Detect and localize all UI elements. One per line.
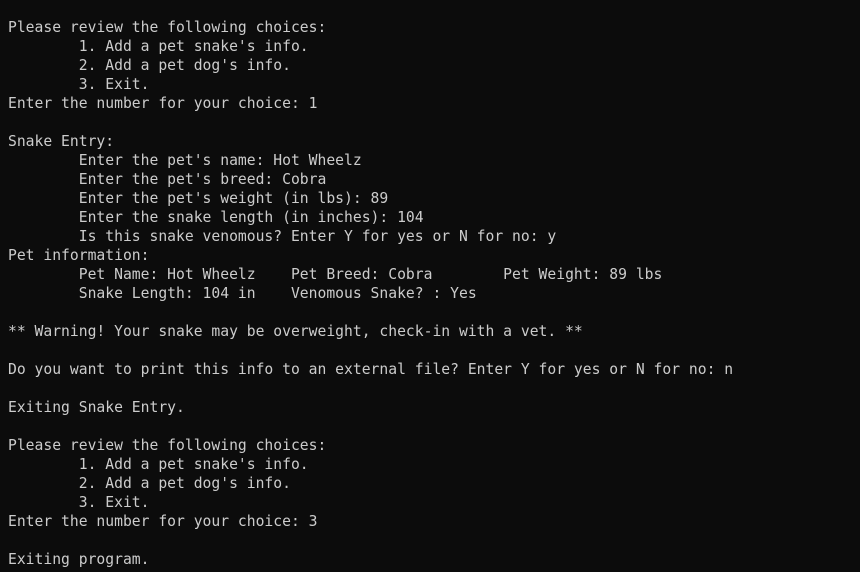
- venomous-input-line: Is this snake venomous? Enter Y for yes …: [8, 228, 557, 245]
- choice-input-line: Enter the number for your choice: 1: [8, 95, 318, 112]
- menu-prompt-heading: Please review the following choices:: [8, 437, 327, 454]
- menu-option-snake: 1. Add a pet snake's info.: [8, 38, 309, 55]
- pet-weight-input-line: Enter the pet's weight (in lbs): 89: [8, 190, 389, 207]
- menu-option-dog: 2. Add a pet dog's info.: [8, 57, 291, 74]
- warning-message: ** Warning! Your snake may be overweight…: [8, 323, 583, 340]
- print-file-input-line: Do you want to print this info to an ext…: [8, 361, 734, 378]
- menu-option-snake: 1. Add a pet snake's info.: [8, 456, 309, 473]
- exit-program-message: Exiting program.: [8, 551, 150, 568]
- pet-name-input-line: Enter the pet's name: Hot Wheelz: [8, 152, 362, 169]
- pet-breed-input-line: Enter the pet's breed: Cobra: [8, 171, 327, 188]
- pet-info-heading: Pet information:: [8, 247, 150, 264]
- pet-info-row-1: Pet Name: Hot Wheelz Pet Breed: Cobra Pe…: [8, 266, 663, 283]
- menu-prompt-heading: Please review the following choices:: [8, 19, 327, 36]
- snake-entry-heading: Snake Entry:: [8, 133, 115, 150]
- choice-input-line: Enter the number for your choice: 3: [8, 513, 318, 530]
- menu-option-exit: 3. Exit.: [8, 494, 150, 511]
- exit-snake-entry-message: Exiting Snake Entry.: [8, 399, 185, 416]
- snake-length-input-line: Enter the snake length (in inches): 104: [8, 209, 424, 226]
- menu-option-exit: 3. Exit.: [8, 76, 150, 93]
- menu-option-dog: 2. Add a pet dog's info.: [8, 475, 291, 492]
- terminal-output[interactable]: Please review the following choices: 1. …: [0, 0, 860, 572]
- pet-info-row-2: Snake Length: 104 in Venomous Snake? : Y…: [8, 285, 477, 302]
